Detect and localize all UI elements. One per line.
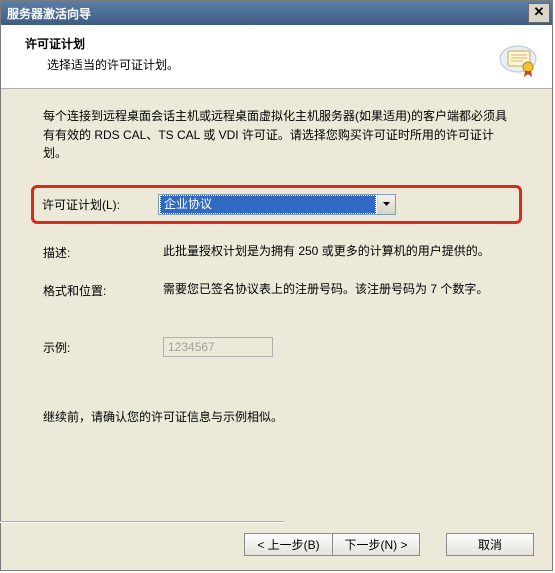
- window-title: 服务器激活向导: [7, 5, 91, 22]
- format-label: 格式和位置:: [43, 280, 163, 301]
- certificate-icon: [498, 39, 538, 79]
- license-plan-selected: 企业协议: [160, 195, 376, 214]
- license-plan-highlight: 许可证计划(L): 企业协议: [31, 185, 522, 224]
- wizard-button-bar: < 上一步(B) 下一步(N) > 取消: [244, 533, 534, 556]
- wizard-header: 许可证计划 选择适当的许可证计划。: [1, 25, 552, 89]
- license-plan-combobox[interactable]: 企业协议: [158, 194, 396, 215]
- intro-text: 每个连接到远程桌面会话主机或远程桌面虚拟化主机服务器(如果适用)的客户端都必须具…: [43, 107, 510, 163]
- description-value: 此批量授权计划是为拥有 250 或更多的计算机的用户提供的。: [163, 242, 510, 261]
- header-subtitle: 选择适当的许可证计划。: [47, 56, 538, 73]
- example-row: 示例: 1234567: [43, 337, 510, 358]
- example-input: 1234567: [163, 337, 273, 357]
- license-plan-label: 许可证计划(L):: [42, 194, 158, 215]
- wizard-content: 每个连接到远程桌面会话主机或远程桌面虚拟化主机服务器(如果适用)的客户端都必须具…: [1, 89, 552, 426]
- next-button[interactable]: 下一步(N) >: [332, 533, 420, 556]
- header-title: 许可证计划: [25, 35, 538, 52]
- wizard-window: 服务器激活向导 ✕ 许可证计划 选择适当的许可证计划。 每个连接到远程桌面会话主…: [0, 0, 553, 571]
- description-row: 描述: 此批量授权计划是为拥有 250 或更多的计算机的用户提供的。: [43, 242, 510, 263]
- example-label: 示例:: [43, 337, 163, 358]
- description-label: 描述:: [43, 242, 163, 263]
- format-row: 格式和位置: 需要您已签名协议表上的注册号码。该注册号码为 7 个数字。: [43, 280, 510, 301]
- titlebar: 服务器激活向导 ✕: [1, 1, 552, 25]
- cancel-button[interactable]: 取消: [446, 533, 534, 556]
- format-value: 需要您已签名协议表上的注册号码。该注册号码为 7 个数字。: [163, 280, 510, 299]
- confirm-text: 继续前，请确认您的许可证信息与示例相似。: [43, 408, 510, 427]
- chevron-down-icon[interactable]: [377, 195, 395, 214]
- close-button[interactable]: ✕: [528, 3, 550, 23]
- back-button[interactable]: < 上一步(B): [244, 533, 332, 556]
